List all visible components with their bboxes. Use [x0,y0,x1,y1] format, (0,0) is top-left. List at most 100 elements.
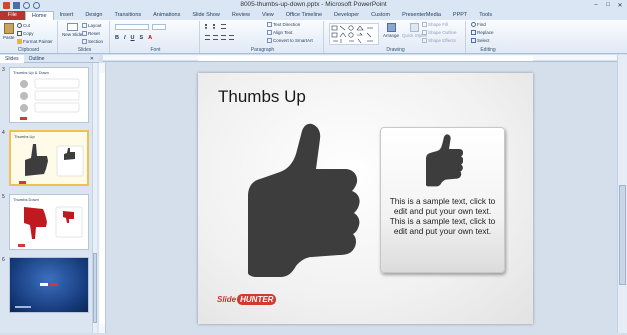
tab-developer[interactable]: Developer [328,11,365,20]
horizontal-ruler [103,55,617,62]
font-size-field[interactable] [152,24,166,30]
close-pane-icon[interactable]: ✕ [85,56,99,62]
underline-icon[interactable]: U [131,35,135,41]
align-text-icon [267,30,272,35]
italic-icon[interactable]: I [124,35,126,41]
thumbs-down-preview [18,206,83,247]
tab-insert[interactable]: Insert [54,11,80,20]
tab-outline[interactable]: Outline [24,56,50,62]
select-button[interactable]: Select [471,38,490,43]
tab-transitions[interactable]: Transitions [108,11,147,20]
indent-icon[interactable] [221,24,226,29]
font-color-icon[interactable]: A [148,35,152,41]
shape-fill-button[interactable]: Shape Fill [422,22,448,27]
paste-icon [3,23,14,34]
paragraph-group: Text Direction Align Text Convert to Sma… [202,21,324,53]
shapes-gallery-icons [331,25,373,44]
pane-scroll-thumb[interactable] [93,253,97,323]
tab-design[interactable]: Design [79,11,108,20]
ruler-ticks [103,56,617,62]
tab-custom[interactable]: Custom [365,11,396,20]
paste-button[interactable]: Paste [3,23,15,40]
select-icon [471,38,476,43]
shape-outline-icon [422,30,427,35]
font-name-field[interactable] [115,24,149,30]
slidehunter-logo: Slide HUNTER [217,294,277,305]
tab-office-timeline[interactable]: Office Timeline [280,11,328,20]
tab-review[interactable]: Review [226,11,256,20]
numbering-icon[interactable] [213,24,218,29]
list-row [205,24,226,29]
smartart-icon [267,38,272,43]
thumbs-up-down-preview [20,78,80,120]
find-button[interactable]: Find [471,22,486,27]
convert-smartart-button[interactable]: Convert to SmartArt [267,38,313,43]
text-card[interactable]: This is a sample text, click to edit and… [380,127,505,273]
find-icon [471,22,476,27]
arrange-icon [386,23,396,32]
layout-button[interactable]: Layout [82,23,102,28]
ribbon-tabs: File Home Insert Design Transitions Anim… [0,11,627,20]
ruler-ticks [100,73,105,324]
slide-title[interactable]: Thumbs Up [218,87,306,107]
tab-file[interactable]: File [0,11,25,20]
thumbs-up-preview [19,144,84,184]
arrange-button[interactable]: Arrange [383,23,399,38]
align-left-icon[interactable] [205,35,210,40]
replace-button[interactable]: Replace [471,30,494,35]
editing-group: Find Replace Select Editing [468,21,508,53]
shapes-gallery[interactable] [329,23,379,45]
cut-button[interactable]: Cut [17,23,30,28]
tab-tools[interactable]: Tools [473,11,498,20]
slide-thumbnail-6[interactable]: 6 [2,257,90,317]
align-text-button[interactable]: Align Text [267,30,292,35]
tab-pppt[interactable]: PPPT [447,11,473,20]
shape-fill-icon [422,22,427,27]
section-button[interactable]: Section [82,39,103,44]
tab-view[interactable]: View [256,11,280,20]
font-size-box[interactable] [152,24,166,30]
tab-slides[interactable]: Slides [0,54,24,63]
close-button[interactable]: ✕ [615,1,625,9]
slide-thumbnail-5[interactable]: 5 Thumbs Down [2,194,90,254]
shape-outline-button[interactable]: Shape Outline [422,30,457,35]
title-bar: 8005-thumbs-up-down.pptx - Microsoft Pow… [0,0,627,11]
bold-icon[interactable]: B [115,35,119,41]
minimize-button[interactable]: – [591,1,601,9]
bullets-icon[interactable] [205,24,210,29]
tab-slide-show[interactable]: Slide Show [186,11,226,20]
justify-icon[interactable] [229,35,234,40]
slide-thumbnail-3[interactable]: 3 Thumbs Up & Down [2,67,90,127]
format-painter-button[interactable]: Format Painter [17,39,53,44]
vertical-ruler [99,63,106,333]
font-name-box[interactable] [115,24,149,30]
replace-icon [471,30,476,35]
clipboard-group: Paste Cut Copy Format Painter Clipboard [0,21,58,53]
tab-animations[interactable]: Animations [147,11,186,20]
quick-styles-icon [410,23,419,32]
strikethrough-icon[interactable]: S [140,35,144,41]
copy-icon [17,31,22,36]
copy-button[interactable]: Copy [17,31,34,36]
slide-number: 6 [2,257,5,263]
font-format-row: BIUSA [115,35,152,41]
tab-presentermedia[interactable]: PresenterMedia [396,11,447,20]
reset-icon [82,31,87,36]
slide-preview: Thumbs Down [9,194,89,250]
align-right-icon[interactable] [221,35,226,40]
shape-effects-button[interactable]: Shape Effects [422,38,456,43]
scroll-thumb[interactable] [619,185,626,285]
slide-canvas[interactable]: Thumbs Up This is a sample text, click t… [198,73,533,324]
slide-thumbnail-4[interactable]: 4 Thumbs Up [2,130,90,190]
thumbs-up-icon[interactable] [240,121,370,281]
pane-scrollbar[interactable] [92,63,97,333]
vertical-scrollbar[interactable] [617,55,627,333]
tab-home[interactable]: Home [24,11,54,20]
text-direction-button[interactable]: Text Direction [267,22,300,27]
shape-effects-icon [422,38,427,43]
card-text[interactable]: This is a sample text, click to edit and… [385,196,500,236]
reset-button[interactable]: Reset [82,31,100,36]
new-slide-button[interactable]: New Slide [62,23,82,37]
maximize-button[interactable]: □ [603,1,613,9]
align-center-icon[interactable] [213,35,218,40]
